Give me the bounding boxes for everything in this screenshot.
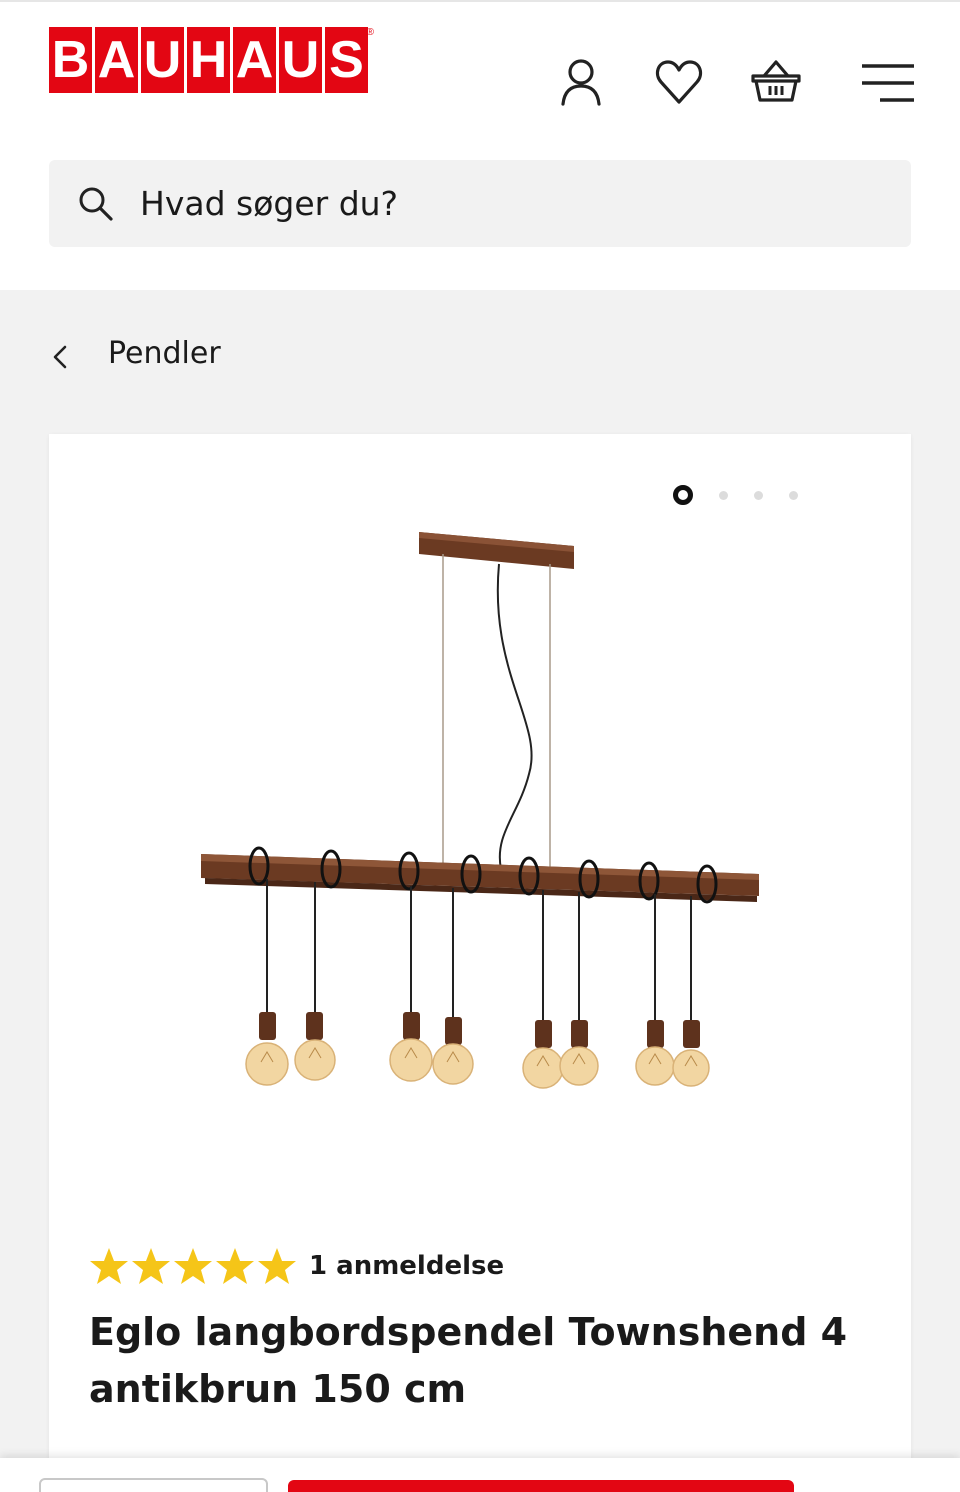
secondary-action-button[interactable] [39,1478,268,1492]
star-icon [216,1248,254,1284]
breadcrumb[interactable]: Pendler [49,330,221,384]
logo-letter: S [325,27,368,93]
wishlist-button[interactable] [651,54,707,110]
logo-letter: H [187,27,230,93]
product-card: 1 anmeldelse Eglo langbordspendel Townsh… [49,434,911,1492]
carousel-dot[interactable] [719,490,728,500]
search-input[interactable] [140,178,820,228]
search-icon [79,187,113,221]
add-to-basket-button[interactable] [288,1480,794,1492]
breadcrumb-label[interactable]: Pendler [108,336,221,371]
logo-letter: B [49,27,92,93]
star-icon [258,1248,296,1284]
star-icon [132,1248,170,1284]
carousel-dot[interactable] [789,490,798,500]
carousel-dot-active[interactable] [673,485,693,505]
logo-letter: U [141,27,184,93]
basket-icon [751,60,801,102]
bauhaus-logo[interactable]: B A U H A U S ® [49,27,374,93]
image-carousel-indicator [673,485,798,505]
menu-icon [862,64,914,102]
heart-icon [655,60,703,104]
carousel-dot[interactable] [754,490,763,500]
header: B A U H A U S ® [0,0,960,290]
chevron-left-icon[interactable] [49,337,79,377]
logo-letter: A [233,27,276,93]
product-rating[interactable]: 1 anmeldelse [89,1246,504,1286]
menu-button[interactable] [858,54,918,110]
bottom-action-bar [0,1458,960,1492]
rating-stars [89,1246,297,1286]
star-icon [174,1248,212,1284]
product-image[interactable] [189,524,769,1124]
account-button[interactable] [553,54,609,110]
registered-mark: ® [366,27,374,38]
logo-letter: U [279,27,322,93]
product-title: Eglo langbordspendel Townshend 4 antikbr… [89,1310,848,1411]
user-icon [561,59,601,106]
search-bar[interactable] [49,160,911,247]
star-icon [90,1248,128,1284]
logo-letter: A [95,27,138,93]
reviews-count[interactable]: 1 anmeldelse [309,1251,504,1281]
basket-button[interactable] [748,54,804,110]
